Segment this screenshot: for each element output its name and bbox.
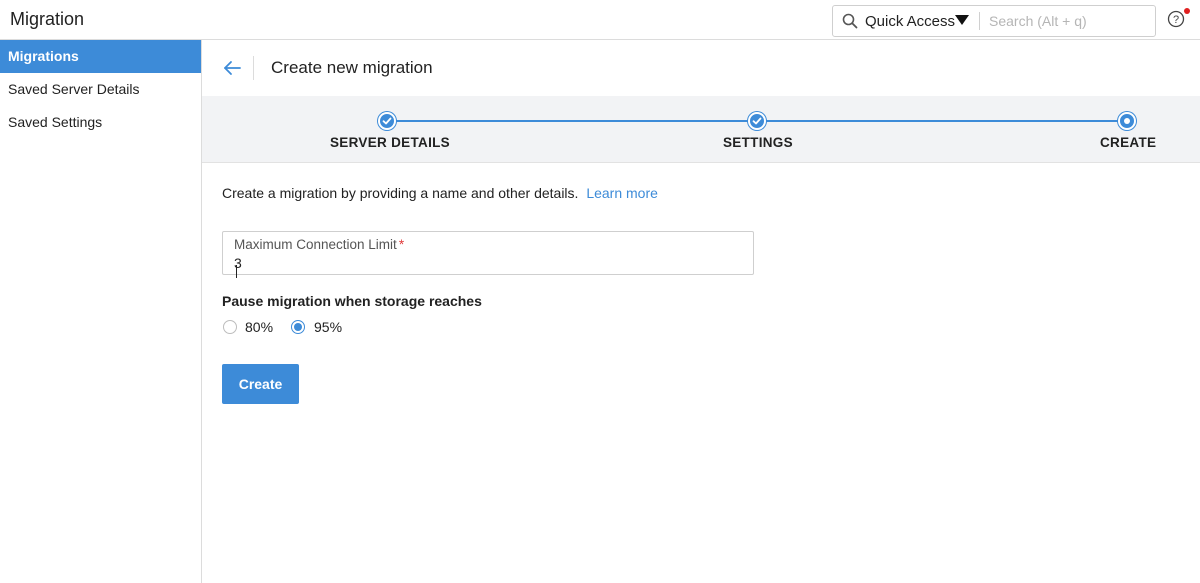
caret-down-icon[interactable] [955, 15, 969, 25]
intro-text-row: Create a migration by providing a name a… [222, 185, 658, 201]
global-search-input[interactable] [989, 10, 1149, 32]
svg-text:?: ? [1173, 14, 1179, 26]
title-divider [253, 56, 254, 80]
required-marker: * [399, 237, 404, 252]
step-create-marker [1118, 112, 1136, 130]
text-cursor [236, 265, 237, 278]
pause-storage-label: Pause migration when storage reaches [222, 293, 482, 309]
app-title: Migration [10, 9, 84, 30]
sidebar-item-saved-server-details[interactable]: Saved Server Details [0, 73, 201, 106]
radio-80-percent-label[interactable]: 80% [245, 319, 273, 335]
learn-more-link[interactable]: Learn more [586, 185, 658, 201]
progress-stepper: SERVER DETAILS SETTINGS CREATE [202, 96, 1200, 163]
back-arrow-icon[interactable] [222, 58, 242, 78]
step-settings-label: SETTINGS [723, 135, 793, 150]
quick-access-search-box: Quick Access [832, 5, 1156, 37]
max-connection-limit-field[interactable]: Maximum Connection Limit* [222, 231, 754, 275]
field-label-text: Maximum Connection Limit [234, 237, 397, 252]
max-connection-limit-label: Maximum Connection Limit* [234, 237, 404, 252]
search-icon [842, 13, 858, 29]
step-settings-marker [748, 112, 766, 130]
page-title: Create new migration [271, 58, 433, 78]
step-server-details-label: SERVER DETAILS [330, 135, 450, 150]
create-button[interactable]: Create [222, 364, 299, 404]
current-step-dot-icon [1124, 118, 1130, 124]
checkmark-icon [750, 114, 764, 128]
main-content: Create new migration SERVER DETAILS SETT… [202, 40, 1200, 583]
quick-access-divider [979, 12, 980, 30]
sidebar-item-saved-settings[interactable]: Saved Settings [0, 106, 201, 139]
quick-access-dropdown[interactable]: Quick Access [865, 13, 955, 30]
radio-95-percent-label[interactable]: 95% [314, 319, 342, 335]
step-server-details-marker [378, 112, 396, 130]
top-header: Migration Quick Access ? [0, 0, 1200, 40]
radio-95-percent[interactable] [291, 320, 305, 334]
radio-80-percent[interactable] [223, 320, 237, 334]
checkmark-icon [380, 114, 394, 128]
help-icon[interactable]: ? [1167, 10, 1185, 28]
step-create-label: CREATE [1100, 135, 1156, 150]
intro-text: Create a migration by providing a name a… [222, 185, 578, 201]
sidebar: Migrations Saved Server Details Saved Se… [0, 40, 202, 583]
sidebar-item-migrations[interactable]: Migrations [0, 40, 201, 73]
notification-dot [1184, 8, 1190, 14]
max-connection-limit-input[interactable] [234, 254, 734, 272]
